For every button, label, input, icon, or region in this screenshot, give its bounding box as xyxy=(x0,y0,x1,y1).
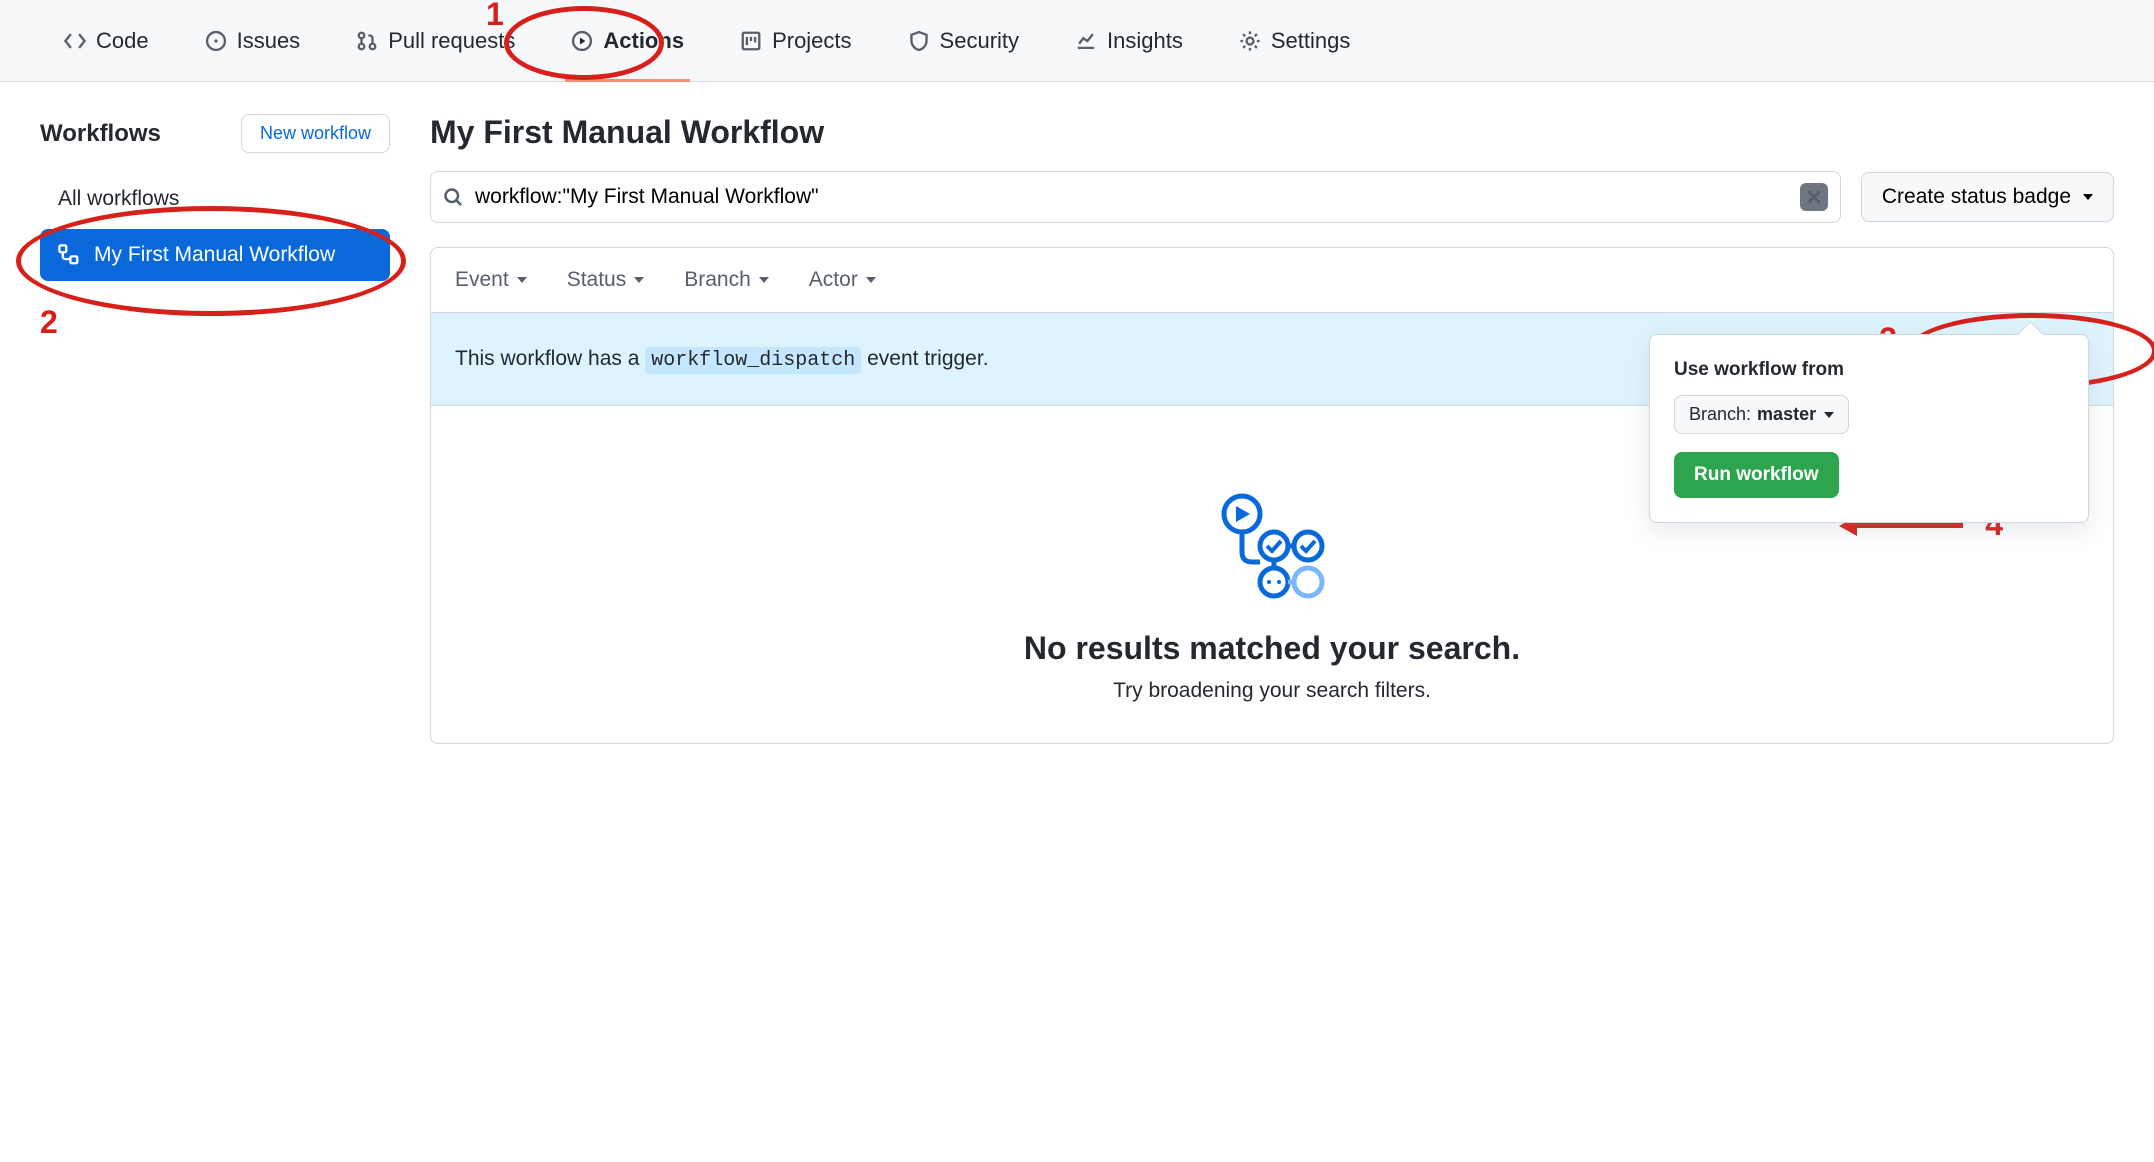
new-workflow-button[interactable]: New workflow xyxy=(241,114,390,153)
tab-projects-label: Projects xyxy=(772,28,851,54)
shield-icon xyxy=(908,30,930,52)
status-badge-label: Create status badge xyxy=(1882,185,2071,209)
tab-projects[interactable]: Projects xyxy=(716,0,875,81)
filter-event-label: Event xyxy=(455,268,509,292)
repo-nav: Code Issues Pull requests Actions Projec… xyxy=(0,0,2154,82)
sidebar-item-label: My First Manual Workflow xyxy=(94,243,335,267)
x-icon xyxy=(1804,187,1824,207)
sidebar-all-workflows[interactable]: All workflows xyxy=(40,177,390,221)
graph-icon xyxy=(1075,30,1097,52)
tab-settings[interactable]: Settings xyxy=(1215,0,1375,81)
tab-insights[interactable]: Insights xyxy=(1051,0,1207,81)
caret-down-icon xyxy=(517,277,527,283)
search-icon xyxy=(443,187,463,207)
issue-icon xyxy=(205,30,227,52)
caret-down-icon xyxy=(2083,194,2093,200)
play-circle-icon xyxy=(571,30,593,52)
tab-code[interactable]: Code xyxy=(40,0,173,81)
workflow-illustration-icon xyxy=(1212,486,1332,606)
sidebar-item-my-first-manual-workflow[interactable]: My First Manual Workflow xyxy=(40,229,390,281)
branch-value: master xyxy=(1757,404,1816,425)
caret-down-icon xyxy=(866,277,876,283)
tab-pullrequests[interactable]: Pull requests xyxy=(332,0,539,81)
tab-settings-label: Settings xyxy=(1271,28,1351,54)
create-status-badge-button[interactable]: Create status badge xyxy=(1861,172,2114,222)
filter-branch-label: Branch xyxy=(684,268,751,292)
project-icon xyxy=(740,30,762,52)
filter-status[interactable]: Status xyxy=(567,268,645,292)
tab-pulls-label: Pull requests xyxy=(388,28,515,54)
tab-insights-label: Insights xyxy=(1107,28,1183,54)
code-icon xyxy=(64,30,86,52)
tab-actions[interactable]: Actions xyxy=(547,0,708,81)
tab-security[interactable]: Security xyxy=(884,0,1043,81)
run-workflow-popover: Use workflow from Branch: master Run wor… xyxy=(1649,334,2089,523)
search-wrapper xyxy=(430,171,1841,223)
tab-security-label: Security xyxy=(940,28,1019,54)
caret-down-icon xyxy=(634,277,644,283)
annotation-number-2: 2 xyxy=(40,304,58,341)
gear-icon xyxy=(1239,30,1261,52)
dispatch-prefix: This workflow has a xyxy=(455,347,645,370)
filter-bar: Event Status Branch Actor xyxy=(431,248,2113,313)
page-title: My First Manual Workflow xyxy=(430,114,2114,151)
tab-issues[interactable]: Issues xyxy=(181,0,325,81)
filter-actor-label: Actor xyxy=(809,268,858,292)
workflow-main: My First Manual Workflow Create status b… xyxy=(430,114,2114,744)
filter-actor[interactable]: Actor xyxy=(809,268,876,292)
run-workflow-submit-button[interactable]: Run workflow xyxy=(1674,452,1839,498)
git-pull-request-icon xyxy=(356,30,378,52)
branch-selector[interactable]: Branch: master xyxy=(1674,395,1849,434)
tab-code-label: Code xyxy=(96,28,149,54)
tab-actions-label: Actions xyxy=(603,28,684,54)
clear-search-button[interactable] xyxy=(1800,183,1828,211)
popover-heading: Use workflow from xyxy=(1674,359,2064,381)
tab-issues-label: Issues xyxy=(237,28,301,54)
branch-label-prefix: Branch: xyxy=(1689,404,1751,425)
caret-down-icon xyxy=(1824,412,1834,418)
dispatch-text: This workflow has a workflow_dispatch ev… xyxy=(455,347,989,372)
empty-subtitle: Try broadening your search filters. xyxy=(455,679,2089,703)
workflow-search-input[interactable] xyxy=(463,185,1800,209)
filter-branch[interactable]: Branch xyxy=(684,268,769,292)
dispatch-suffix: event trigger. xyxy=(861,347,988,370)
workflow-sidebar: Workflows New workflow All workflows My … xyxy=(40,114,390,281)
filter-status-label: Status xyxy=(567,268,627,292)
dispatch-code: workflow_dispatch xyxy=(645,347,861,374)
workflow-icon xyxy=(58,244,80,266)
empty-title: No results matched your search. xyxy=(455,630,2089,667)
runs-panel: Event Status Branch Actor This workflow … xyxy=(430,247,2114,744)
filter-event[interactable]: Event xyxy=(455,268,527,292)
sidebar-heading: Workflows xyxy=(40,120,161,148)
caret-down-icon xyxy=(759,277,769,283)
